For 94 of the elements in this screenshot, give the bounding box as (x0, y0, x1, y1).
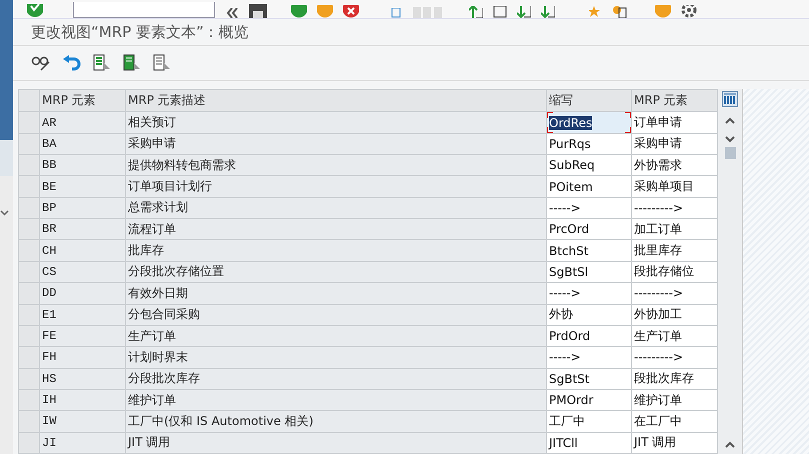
input-field[interactable]: ---------> (632, 346, 718, 368)
input-field[interactable]: PrcOrd (546, 218, 632, 240)
table-cell: 分包合同采购 (126, 304, 546, 326)
last-page-icon[interactable] (541, 6, 555, 18)
table-cell: 分段批次库存 (126, 368, 546, 390)
document-icon[interactable] (391, 8, 401, 18)
input-field[interactable]: PrdOrd (546, 325, 632, 347)
input-field[interactable]: 维护订单 (632, 389, 718, 411)
column-header[interactable]: MRP 元素 (632, 90, 718, 112)
input-field[interactable]: SgBtSl (546, 261, 632, 283)
table-cell: BR (40, 218, 126, 240)
page-down-icon[interactable] (517, 6, 531, 18)
shortcut-icon[interactable] (613, 6, 627, 18)
glasses-pencil-icon[interactable] (31, 54, 51, 72)
scroll-up-icon[interactable] (725, 441, 735, 448)
table-cell: IW (40, 410, 126, 432)
document-cursor-icon[interactable] (153, 54, 171, 72)
table-cell: 分段批次存储位置 (126, 261, 546, 283)
scrollbar-thumb[interactable] (724, 147, 736, 159)
column-header[interactable]: MRP 元素描述 (126, 90, 546, 112)
input-field[interactable]: ---------> (632, 282, 718, 304)
command-field[interactable] (73, 2, 215, 18)
check-icon[interactable] (27, 4, 43, 18)
input-field[interactable]: PurRqs (546, 133, 632, 155)
chevron-down-icon[interactable] (0, 210, 9, 216)
input-field[interactable]: 段批次库存 (632, 368, 718, 390)
column-header[interactable]: MRP 元素 (40, 90, 126, 112)
input-field[interactable]: 段批存储位 (632, 261, 718, 283)
screen-title: 更改视图“MRP 要素文本”：概览 (31, 22, 249, 42)
table-cell: E1 (40, 304, 126, 326)
undo-icon[interactable] (63, 55, 81, 71)
double-chevron-icon[interactable] (225, 8, 239, 18)
input-field[interactable]: 外协 (546, 304, 632, 326)
table-cell: BB (40, 154, 126, 176)
input-field[interactable]: SubReq (546, 154, 632, 176)
column-header[interactable]: 缩写 (546, 90, 632, 112)
input-field[interactable]: -----> (546, 197, 632, 219)
table-cell: 相关预订 (126, 112, 546, 134)
save-icon[interactable] (249, 4, 267, 18)
panel-strip (0, 140, 13, 176)
input-field[interactable]: 采购单项目 (632, 176, 718, 198)
input-field[interactable]: JIT 调用 (632, 432, 718, 454)
table-cell: CH (40, 240, 126, 262)
input-field[interactable]: 外协需求 (632, 154, 718, 176)
table-cell: 提供物料转包商需求 (126, 154, 546, 176)
table-cell: CS (40, 261, 126, 283)
input-field[interactable]: ---------> (632, 197, 718, 219)
input-field[interactable]: -----> (546, 282, 632, 304)
table-cell: FH (40, 346, 126, 368)
cancel-icon[interactable] (343, 5, 359, 18)
input-field[interactable]: 采购申请 (632, 133, 718, 155)
table-cell: 计划时界末 (126, 346, 546, 368)
page-up-icon[interactable] (493, 6, 507, 18)
table-cell: 生产订单 (126, 325, 546, 347)
scroll-up-icon[interactable] (725, 117, 735, 124)
input-field[interactable]: 生产订单 (632, 325, 718, 347)
input-field[interactable]: 在工厂中 (632, 410, 718, 432)
table-cell: 工厂中(仅和 IS Automotive 相关) (126, 410, 546, 432)
table-cell: HS (40, 368, 126, 390)
input-field[interactable]: 外协加工 (632, 304, 718, 326)
input-field[interactable]: OrdRes (546, 112, 632, 134)
column-settings-icon[interactable] (722, 91, 738, 107)
table-cell: DD (40, 282, 126, 304)
input-field[interactable]: -----> (546, 346, 632, 368)
input-field[interactable]: 工厂中 (546, 410, 632, 432)
input-field[interactable]: BtchSt (546, 240, 632, 262)
table-cell: 有效外日期 (126, 282, 546, 304)
settings-icon[interactable] (681, 5, 697, 18)
input-field[interactable]: PMOrdr (546, 389, 632, 411)
table-cell: 订单项目计划行 (126, 176, 546, 198)
document-cursor-icon[interactable] (123, 54, 141, 72)
table-cell: 维护订单 (126, 389, 546, 411)
table-cell: 采购申请 (126, 133, 546, 155)
table-cell: BA (40, 133, 126, 155)
select-all-cell[interactable] (18, 90, 40, 112)
table-cell: BE (40, 176, 126, 198)
first-page-icon[interactable] (469, 6, 483, 18)
input-field[interactable]: SgBtSt (546, 368, 632, 390)
input-field[interactable]: 批里库存 (632, 240, 718, 262)
document-cursor-icon[interactable] (93, 54, 111, 72)
table-cell: 流程订单 (126, 218, 546, 240)
input-field[interactable]: POitem (546, 176, 632, 198)
input-field[interactable]: 订单申请 (632, 112, 718, 134)
input-field[interactable]: JITCll (546, 432, 632, 454)
table-cell: IH (40, 389, 126, 411)
table-cell: AR (40, 112, 126, 134)
table-cell: BP (40, 197, 126, 219)
table-cell: 批库存 (126, 240, 546, 262)
input-field[interactable]: 加工订单 (632, 218, 718, 240)
scroll-down-icon[interactable] (725, 136, 735, 143)
table-cell: 总需求计划 (126, 197, 546, 219)
table-cell: JI (40, 432, 126, 454)
table-cell: FE (40, 325, 126, 347)
table-cell: JIT 调用 (126, 432, 546, 454)
